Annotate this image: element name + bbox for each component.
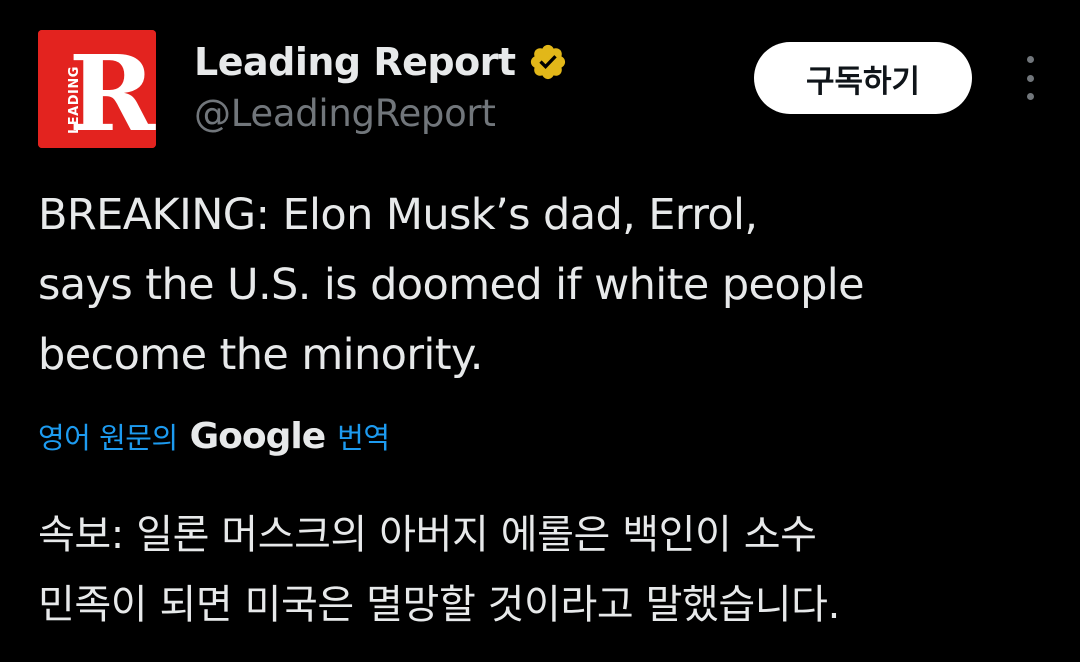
tweet: R LEADING Leading Report @LeadingReport … (0, 0, 1080, 662)
avatar-word: LEADING (67, 66, 82, 134)
more-dot (1026, 74, 1034, 82)
subscribe-button[interactable]: 구독하기 (754, 42, 972, 114)
google-logo: Google (189, 415, 327, 457)
more-dot (1026, 93, 1034, 100)
translation-prefix[interactable]: 영어 원문의 (38, 415, 178, 457)
verified-badge-icon[interactable] (528, 42, 568, 82)
more-vertical-icon[interactable] (1018, 56, 1042, 100)
more-dot (1026, 56, 1034, 63)
translation-suffix[interactable]: 번역 (337, 415, 390, 457)
display-name-row: Leading Report (194, 36, 568, 88)
handle[interactable]: @LeadingReport (194, 92, 568, 135)
avatar[interactable]: R LEADING (38, 30, 156, 148)
leading-report-logo-icon: R LEADING (38, 30, 156, 148)
translated-text: 속보: 일론 머스크의 아버지 에롤은 백인이 소수 민족이 되면 미국은 멸망… (38, 512, 840, 628)
display-name[interactable]: Leading Report (194, 40, 516, 84)
translation-attribution[interactable]: 영어 원문의 Google 번역 (38, 412, 390, 460)
tweet-header: R LEADING Leading Report @LeadingReport … (38, 30, 1042, 150)
tweet-text: BREAKING: Elon Musk’s dad, Errol, says t… (38, 190, 865, 380)
author-names: Leading Report @LeadingReport (194, 36, 568, 135)
